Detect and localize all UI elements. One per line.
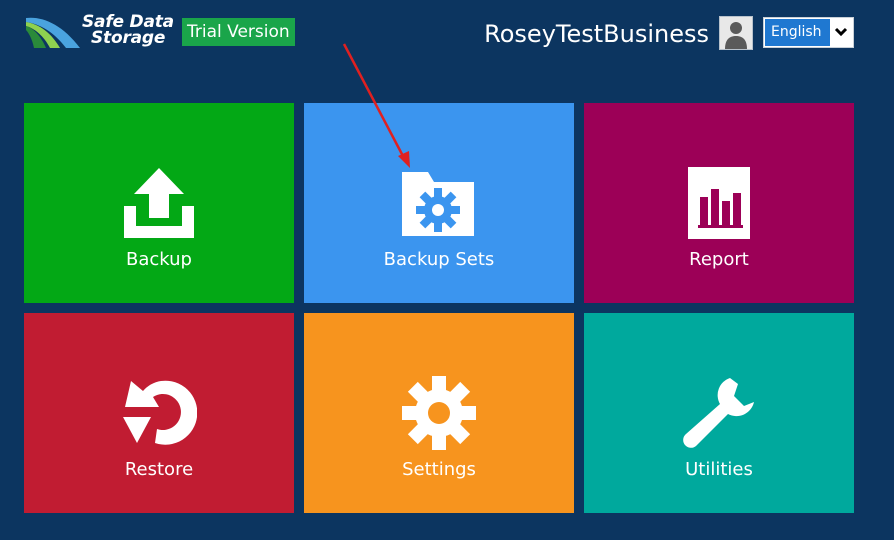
logo-text: Safe Data Storage [82, 14, 174, 48]
language-selected-value: English [765, 19, 830, 46]
user-avatar-icon [725, 22, 747, 49]
tile-utilities[interactable]: Utilities [584, 313, 854, 513]
tile-backup[interactable]: Backup [24, 103, 294, 303]
tile-restore-label: Restore [124, 459, 194, 480]
tile-utilities-label: Utilities [685, 459, 753, 480]
trial-version-badge: Trial Version [182, 18, 295, 46]
tile-restore[interactable]: Restore [24, 313, 294, 513]
gear-icon [402, 376, 476, 450]
tile-report-label: Report [689, 249, 749, 270]
bar-chart-icon [688, 167, 750, 239]
folder-gear-icon [402, 172, 474, 236]
logo-line-2: Storage [91, 28, 166, 48]
restore-arrow-icon [123, 380, 197, 445]
app-logo: Safe Data Storage [24, 14, 174, 50]
tile-settings[interactable]: Settings [304, 313, 574, 513]
user-name[interactable]: RoseyTestBusiness [484, 18, 709, 50]
tile-report[interactable]: Report [584, 103, 854, 303]
tile-backup-sets-label: Backup Sets [383, 249, 495, 270]
tile-backup-sets[interactable]: Backup Sets [304, 103, 574, 303]
chevron-down-icon [834, 27, 848, 37]
wrench-icon [683, 378, 754, 448]
language-select[interactable]: English [763, 17, 854, 48]
tile-settings-label: Settings [402, 459, 476, 480]
tile-backup-label: Backup [126, 249, 192, 270]
upload-icon [124, 168, 194, 238]
logo-swoosh-icon [26, 17, 80, 48]
avatar[interactable] [719, 16, 753, 50]
